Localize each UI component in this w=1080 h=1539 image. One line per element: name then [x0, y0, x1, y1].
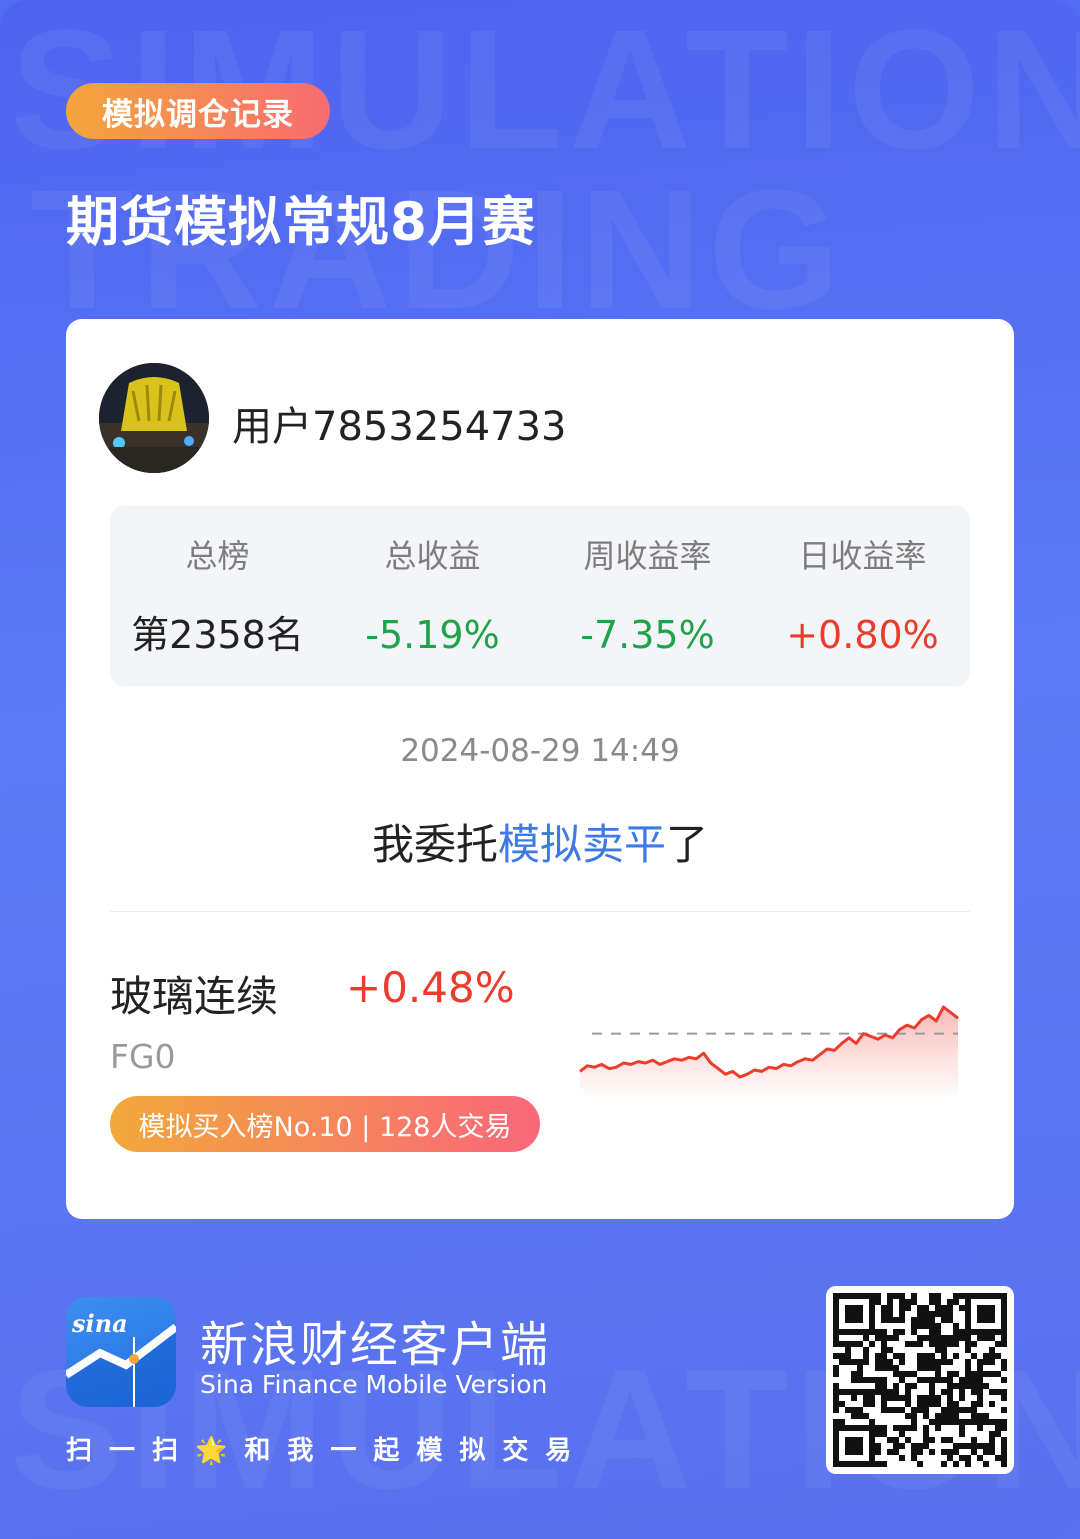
record-badge: 模拟调仓记录 [66, 83, 330, 139]
stat-value: 第2358名 [131, 613, 304, 657]
avatar-image [99, 363, 209, 473]
username[interactable]: 用户7853254733 [232, 394, 567, 452]
stat-label: 周收益率 [583, 537, 712, 575]
action-suffix: 了 [666, 820, 709, 869]
app-subtitle: Sina Finance Mobile Version [200, 1370, 548, 1399]
stat-weekly-return: 周收益率 -7.35% [540, 506, 755, 686]
stat-daily-return: 日收益率 +0.80% [755, 506, 970, 686]
qr-code-image [833, 1293, 1007, 1467]
contract-code: FG0 [110, 1037, 176, 1076]
stat-label: 日收益率 [798, 537, 927, 575]
sparkline-area [580, 1007, 958, 1099]
price-sparkline [579, 1005, 959, 1099]
stat-value: -7.35% [580, 613, 715, 657]
stat-value: -5.19% [365, 613, 500, 657]
stat-value: +0.80% [786, 613, 939, 657]
action-prefix: 我委托 [371, 820, 498, 869]
stat-total-return: 总收益 -5.19% [325, 506, 540, 686]
stat-label: 总收益 [384, 537, 481, 575]
action-highlight: 模拟卖平 [497, 820, 666, 869]
stats-panel: 总榜 第2358名 总收益 -5.19% 周收益率 -7.35% 日收益率 +0… [110, 506, 970, 686]
stat-total-rank: 总榜 第2358名 [110, 506, 325, 686]
contract-change: +0.48% [346, 963, 515, 1012]
app-name: 新浪财经客户端 [200, 1317, 551, 1373]
contract-name[interactable]: 玻璃连续 [110, 963, 278, 1024]
qr-code[interactable] [826, 1286, 1014, 1474]
divider [110, 911, 970, 912]
chart-logo-icon [66, 1323, 176, 1407]
share-poster: SIMULATION TRADING SIMULATION 模拟调仓记录 期货模… [0, 0, 1080, 1539]
record-timestamp: 2024-08-29 14:49 [400, 733, 680, 769]
record-action: 我委托模拟卖平了 [66, 811, 1014, 872]
avatar[interactable] [99, 363, 209, 473]
stat-label: 总榜 [185, 537, 250, 575]
buy-rank-badge[interactable]: 模拟买入榜No.10 | 128人交易 [110, 1096, 540, 1152]
sina-app-icon: sina [66, 1297, 176, 1407]
contest-title: 期货模拟常规8月赛 [66, 192, 536, 253]
record-card: 用户7853254733 总榜 第2358名 总收益 -5.19% 周收益率 -… [66, 319, 1014, 1219]
scan-prompt: 扫一扫🌟和我一起模拟交易 [66, 1436, 589, 1466]
